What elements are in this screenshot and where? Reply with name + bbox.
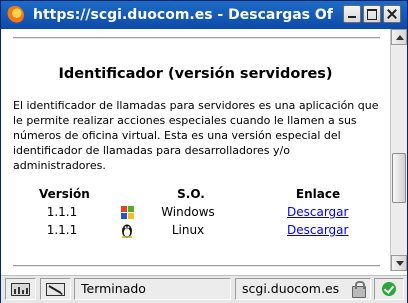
scroll-up-arrow-icon[interactable] [391, 29, 407, 45]
edit-tool-icon [46, 283, 65, 296]
status-message-panel: Terminado [74, 278, 231, 300]
security-check-panel[interactable] [374, 278, 404, 300]
lock-icon[interactable] [352, 281, 366, 298]
row1-os: Windows [161, 205, 215, 219]
row1-download-link[interactable]: Descargar [287, 205, 349, 219]
row1-version: 1.1.1 [46, 205, 78, 219]
title-bar[interactable]: https://scgi.duocom.es - Descargas Ofici… [1, 1, 407, 29]
status-bar: Terminado scgi.duocom.es [1, 275, 407, 303]
scrollbar-thumb[interactable] [392, 153, 406, 203]
row2-os: Linux [171, 223, 205, 237]
header-version: Versión [39, 187, 90, 201]
browser-window: https://scgi.duocom.es - Descargas Ofici… [0, 0, 408, 303]
status-monitor-icon [11, 283, 30, 296]
host-text: scgi.duocom.es [242, 281, 340, 296]
row2-download-link[interactable]: Descargar [287, 223, 349, 237]
top-divider [13, 37, 380, 39]
bottom-divider [13, 265, 380, 267]
edit-tool-panel[interactable] [40, 278, 71, 300]
vertical-scrollbar[interactable] [390, 29, 407, 271]
host-panel: scgi.duocom.es [235, 278, 371, 300]
maximize-button[interactable] [363, 5, 381, 23]
scroll-down-arrow-icon[interactable] [391, 255, 407, 271]
windows-logo-icon [120, 205, 136, 220]
status-text: Terminado [81, 281, 146, 296]
check-icon [382, 282, 396, 296]
description-text: El identificador de llamadas para servid… [13, 99, 379, 172]
page-content: Identificador (versión servidores) El id… [1, 29, 390, 271]
close-button[interactable] [383, 5, 401, 23]
page-title: Identificador (versión servidores) [58, 66, 333, 82]
window-title: https://scgi.duocom.es - Descargas Ofici… [33, 7, 333, 23]
header-link: Enlace [295, 187, 341, 201]
firefox-icon [6, 6, 24, 24]
status-monitor-panel[interactable] [5, 278, 36, 300]
minimize-button[interactable] [343, 5, 361, 23]
tux-penguin-icon [120, 223, 136, 238]
header-os: S.O. [177, 187, 205, 201]
row2-version: 1.1.1 [46, 223, 78, 237]
